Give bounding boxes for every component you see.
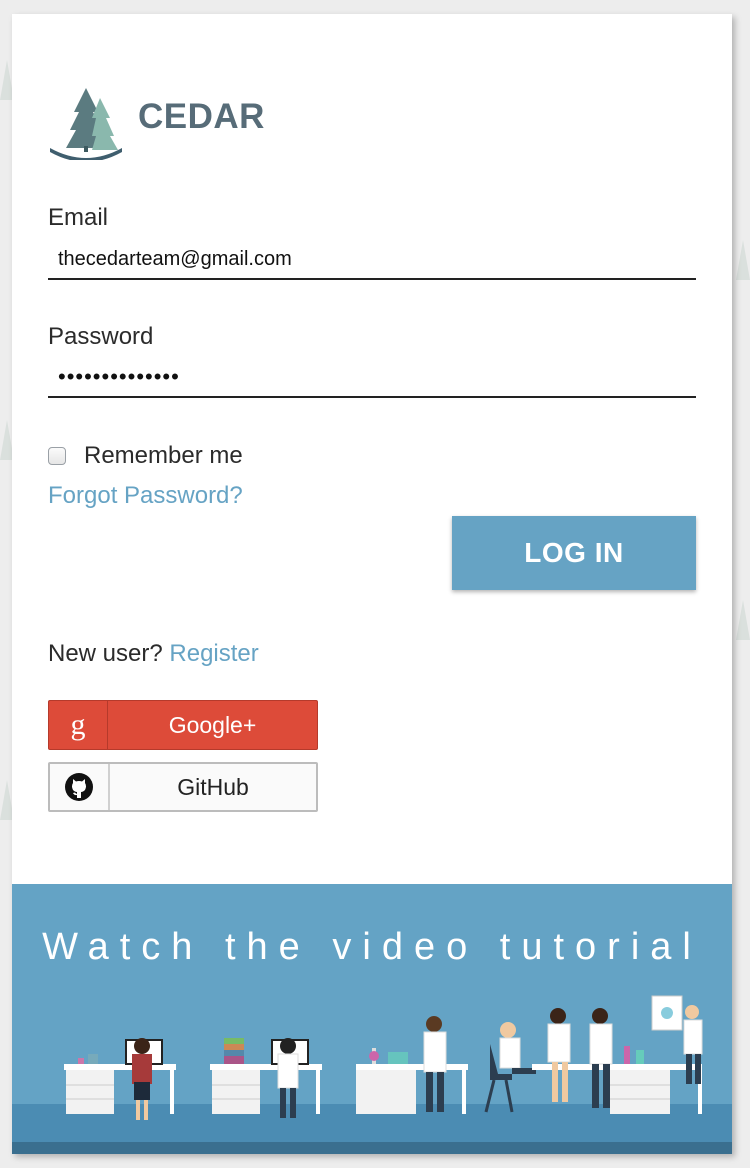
background-tree-icon <box>736 600 750 640</box>
login-card: CEDAR Email Password Remember me Forgot … <box>12 14 732 1154</box>
brand-name: CEDAR <box>138 97 265 136</box>
github-login-button[interactable]: GitHub <box>48 762 318 812</box>
email-label: Email <box>48 204 109 231</box>
password-label: Password <box>48 323 154 350</box>
login-button[interactable]: LOG IN <box>452 516 696 590</box>
email-field[interactable] <box>48 240 696 280</box>
background-tree-icon <box>736 240 750 280</box>
register-link[interactable]: Register <box>169 640 258 667</box>
new-user-prompt: New user? <box>48 640 163 667</box>
forgot-password-link[interactable]: Forgot Password? <box>48 482 243 510</box>
cedar-tree-logo-icon <box>50 88 122 160</box>
password-field[interactable] <box>48 358 696 398</box>
remember-me-row[interactable]: Remember me <box>48 442 243 470</box>
video-tutorial-banner[interactable]: Watch the video tutorial <box>12 884 732 1154</box>
google-icon: g <box>49 701 108 749</box>
google-button-label: Google+ <box>168 711 257 738</box>
github-icon <box>65 773 93 801</box>
github-button-label: GitHub <box>177 773 249 800</box>
remember-me-label: Remember me <box>84 442 243 469</box>
new-user-row: New user? Register <box>48 640 259 668</box>
google-login-button[interactable]: g Google+ <box>48 700 318 750</box>
remember-me-checkbox[interactable] <box>48 447 66 465</box>
video-tutorial-title: Watch the video tutorial <box>42 926 702 968</box>
scientists-lab-illustration <box>12 995 732 1154</box>
github-icon-wrap <box>50 764 110 810</box>
